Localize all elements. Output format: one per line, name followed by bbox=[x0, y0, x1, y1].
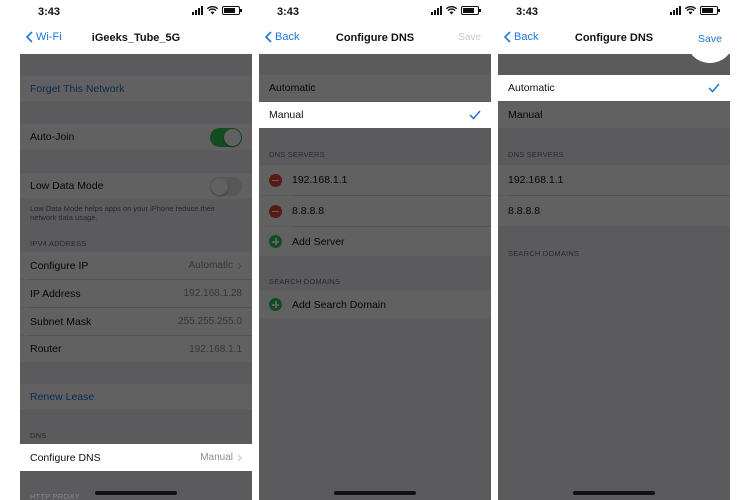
page-title: iGeeks_Tube_5G bbox=[91, 32, 181, 44]
status-icons bbox=[431, 6, 481, 15]
delete-icon[interactable] bbox=[269, 173, 282, 187]
nav-bar: Wi-Fi iGeeks_Tube_5G bbox=[20, 24, 252, 54]
tutorial-stage: 3:43 Wi-Fi iGeeks_Tube_5G Forget This Ne… bbox=[0, 0, 750, 500]
dns-server-value: 8.8.8.8 bbox=[508, 205, 541, 217]
subnet-mask-value: 255.255.255.0 bbox=[178, 316, 242, 327]
subnet-mask-label: Subnet Mask bbox=[30, 315, 92, 328]
configure-ip-value: Automatic bbox=[188, 260, 233, 271]
status-bar: 3:43 bbox=[20, 0, 252, 24]
search-domains-header: SEARCH DOMAINS bbox=[269, 277, 341, 286]
nav-bar: Back Configure DNS Save bbox=[259, 24, 491, 54]
save-button-highlight[interactable]: Save bbox=[686, 15, 730, 63]
home-indicator bbox=[334, 491, 416, 495]
automatic-option[interactable]: Automatic bbox=[259, 75, 491, 101]
status-time: 3:43 bbox=[277, 6, 300, 18]
forget-network-label: Forget This Network bbox=[30, 82, 125, 95]
dns-settings-list: Automatic DNS SERVERS 192.168.1.1 8.8.8.… bbox=[259, 54, 491, 500]
ip-address-value: 192.168.1.28 bbox=[183, 288, 242, 299]
manual-option[interactable]: Manual bbox=[498, 102, 730, 128]
chevron-right-icon bbox=[237, 454, 242, 461]
cellular-signal-icon bbox=[192, 6, 203, 15]
save-button[interactable]: Save bbox=[458, 32, 481, 43]
settings-list: Forget This Network Auto-Join Low Data M… bbox=[20, 54, 252, 500]
configure-ip-label: Configure IP bbox=[30, 259, 89, 272]
ip-address-row: IP Address 192.168.1.28 bbox=[20, 280, 252, 307]
dns-server-value: 192.168.1.1 bbox=[292, 174, 348, 186]
status-time: 3:43 bbox=[516, 6, 539, 18]
wifi-icon bbox=[446, 6, 457, 15]
configure-dns-value: Manual bbox=[200, 452, 233, 463]
home-indicator bbox=[95, 491, 177, 495]
configure-ip-row[interactable]: Configure IP Automatic bbox=[20, 252, 252, 279]
add-search-domain-button[interactable]: Add Search Domain bbox=[259, 290, 491, 319]
chevron-right-icon bbox=[237, 262, 242, 269]
auto-join-label: Auto-Join bbox=[30, 131, 75, 143]
automatic-option[interactable]: Automatic bbox=[498, 75, 730, 101]
renew-lease-label: Renew Lease bbox=[30, 390, 95, 403]
manual-label: Manual bbox=[269, 109, 304, 121]
status-icons bbox=[670, 6, 720, 15]
dns-server-row[interactable]: 192.168.1.1 bbox=[259, 165, 491, 195]
renew-lease-button[interactable]: Renew Lease bbox=[20, 384, 252, 409]
phone-screen-configure-dns-manual: 3:43 Back Configure DNS Save Automatic D… bbox=[259, 0, 491, 500]
manual-label: Manual bbox=[508, 109, 543, 121]
automatic-label: Automatic bbox=[269, 82, 316, 94]
home-indicator bbox=[573, 491, 655, 495]
dns-servers-header: DNS SERVERS bbox=[508, 150, 564, 159]
wifi-icon bbox=[685, 6, 696, 15]
dns-section-header: DNS bbox=[30, 431, 47, 440]
http-proxy-section-header: HTTP PROXY bbox=[30, 492, 80, 500]
auto-join-row: Auto-Join bbox=[20, 124, 252, 150]
add-search-domain-label: Add Search Domain bbox=[292, 298, 386, 311]
checkmark-icon bbox=[708, 83, 720, 93]
dns-servers-header: DNS SERVERS bbox=[269, 150, 325, 159]
status-bar: 3:43 bbox=[259, 0, 491, 24]
low-data-mode-row: Low Data Mode bbox=[20, 173, 252, 199]
status-time: 3:43 bbox=[38, 6, 61, 18]
checkmark-icon bbox=[469, 110, 481, 120]
search-domains-header: SEARCH DOMAINS bbox=[508, 249, 580, 258]
forget-network-button[interactable]: Forget This Network bbox=[20, 76, 252, 101]
save-button[interactable]: Save bbox=[698, 33, 722, 45]
dns-server-value: 8.8.8.8 bbox=[292, 205, 325, 217]
battery-icon bbox=[222, 6, 242, 15]
add-icon bbox=[269, 298, 282, 311]
configure-dns-row[interactable]: Configure DNS Manual bbox=[20, 444, 252, 471]
add-icon bbox=[269, 235, 282, 248]
page-title: Configure DNS bbox=[335, 32, 415, 44]
status-icons bbox=[192, 6, 242, 15]
subnet-mask-row: Subnet Mask 255.255.255.0 bbox=[20, 308, 252, 335]
dns-server-row[interactable]: 8.8.8.8 bbox=[259, 196, 491, 226]
battery-icon bbox=[700, 6, 720, 15]
dns-server-value: 192.168.1.1 bbox=[508, 174, 564, 186]
battery-icon bbox=[461, 6, 481, 15]
dns-server-row: 192.168.1.1 bbox=[498, 165, 730, 195]
configure-dns-label: Configure DNS bbox=[30, 451, 101, 464]
wifi-icon bbox=[207, 6, 218, 15]
cellular-signal-icon bbox=[431, 6, 442, 15]
add-server-button[interactable]: Add Server bbox=[259, 227, 491, 256]
phone-screen-wifi-details: 3:43 Wi-Fi iGeeks_Tube_5G Forget This Ne… bbox=[20, 0, 252, 500]
automatic-label: Automatic bbox=[508, 82, 555, 94]
low-data-mode-footer: Low Data Mode helps apps on your iPhone … bbox=[30, 204, 216, 222]
ipv4-section-header: IPV4 ADDRESS bbox=[30, 239, 87, 248]
dns-settings-list: Manual DNS SERVERS 192.168.1.1 8.8.8.8 S… bbox=[498, 54, 730, 500]
cellular-signal-icon bbox=[670, 6, 681, 15]
router-value: 192.168.1.1 bbox=[189, 343, 242, 355]
dns-server-row: 8.8.8.8 bbox=[498, 196, 730, 226]
ip-address-label: IP Address bbox=[30, 287, 81, 300]
phone-screen-configure-dns-automatic: 3:43 Back Configure DNS Manual DNS SERVE… bbox=[498, 0, 730, 500]
low-data-mode-toggle[interactable] bbox=[210, 176, 242, 196]
router-label: Router bbox=[30, 343, 62, 355]
low-data-mode-label: Low Data Mode bbox=[30, 180, 104, 192]
add-server-label: Add Server bbox=[292, 235, 345, 248]
router-row: Router 192.168.1.1 bbox=[20, 336, 252, 362]
delete-icon[interactable] bbox=[269, 204, 282, 218]
auto-join-toggle[interactable] bbox=[210, 127, 242, 147]
manual-option[interactable]: Manual bbox=[259, 102, 491, 128]
